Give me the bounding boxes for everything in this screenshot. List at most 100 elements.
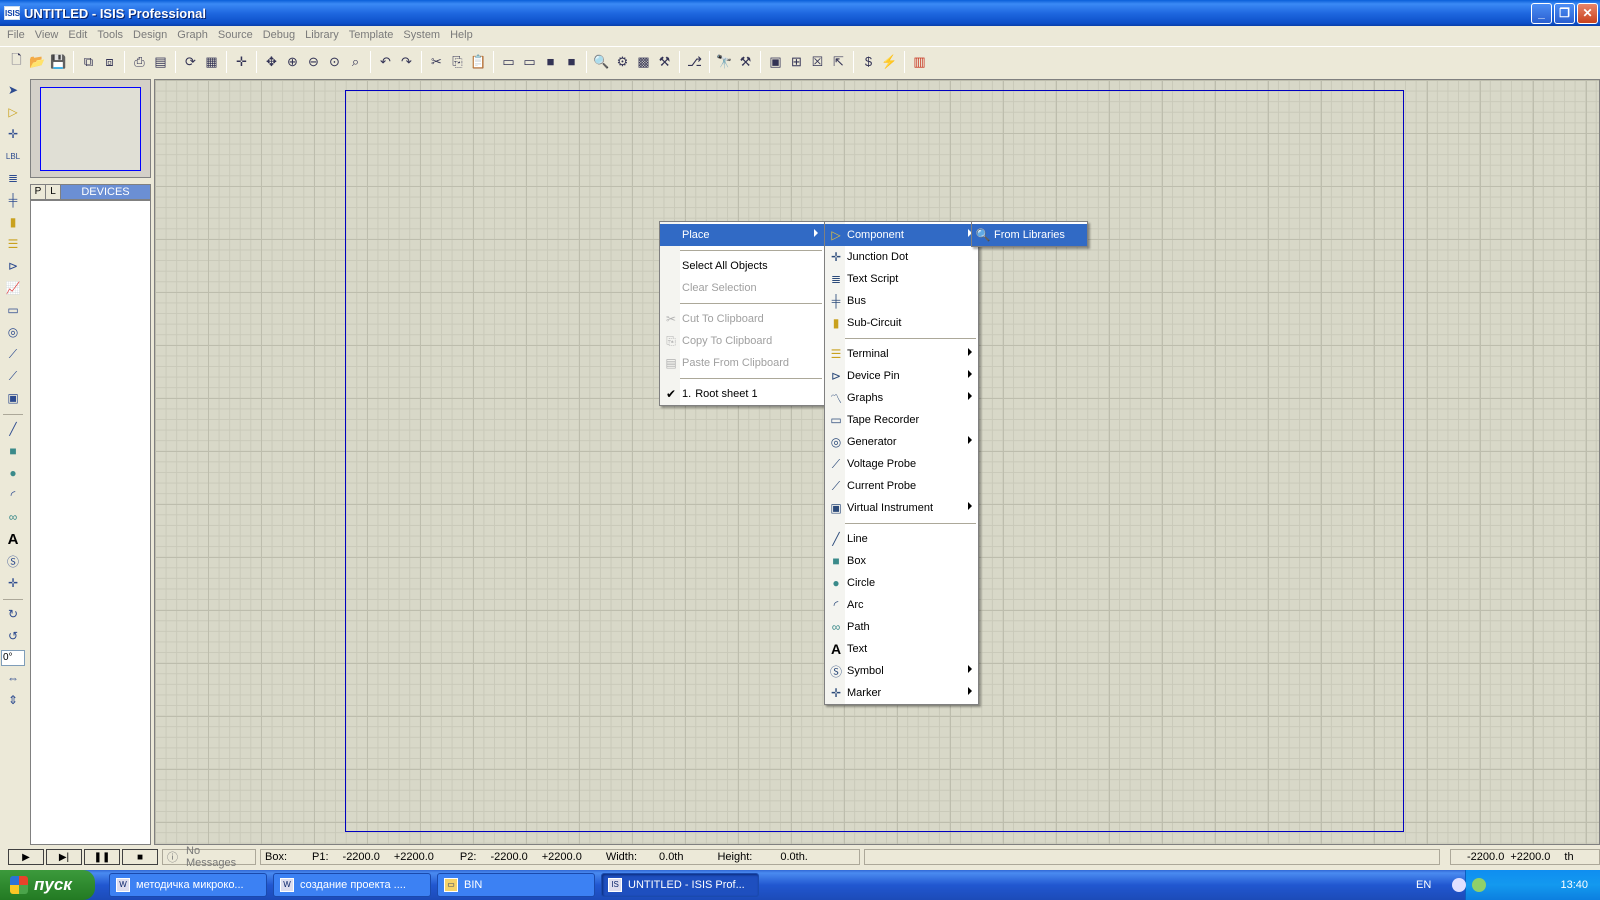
copy-icon[interactable]: ⎘	[447, 51, 468, 72]
text-icon[interactable]: A	[3, 529, 23, 549]
line-icon[interactable]: ╱	[3, 419, 23, 439]
menu-item-tape-recorder[interactable]: ▭ Tape Recorder	[825, 409, 978, 431]
marker-icon[interactable]: ✛	[3, 573, 23, 593]
flip-vertical-icon[interactable]: ⇕	[3, 690, 23, 710]
stop-button[interactable]: ■	[122, 849, 158, 865]
taskbar-item-isis[interactable]: IS UNTITLED - ISIS Prof...	[601, 873, 759, 897]
origin-icon[interactable]: ✛	[231, 51, 252, 72]
menu-item-generator[interactable]: ◎ Generator	[825, 431, 978, 453]
menu-item-path[interactable]: ∞ Path	[825, 616, 978, 638]
current-probe-icon[interactable]: ⟋	[3, 366, 23, 386]
menu-item-symbol[interactable]: Ⓢ Symbol	[825, 660, 978, 682]
pan-icon[interactable]: ✥	[261, 51, 282, 72]
bus-icon[interactable]: ╪	[3, 190, 23, 210]
import-icon[interactable]: ⧉	[78, 51, 99, 72]
rotate-counterclockwise-icon[interactable]: ↺	[3, 626, 23, 646]
menu-system[interactable]: System	[398, 29, 445, 41]
selection-mode-icon[interactable]: ➤	[3, 80, 23, 100]
packaging-tool-icon[interactable]: ▩	[633, 51, 654, 72]
property-tool-icon[interactable]: ⚒	[735, 51, 756, 72]
make-device-icon[interactable]: ⚙	[612, 51, 633, 72]
menu-debug[interactable]: Debug	[258, 29, 300, 41]
subcircuit-icon[interactable]: ▮	[3, 212, 23, 232]
component-mode-icon[interactable]: ▷	[3, 102, 23, 122]
netlist-to-ares-icon[interactable]: ▥	[909, 51, 930, 72]
menu-item-arc[interactable]: ◜ Arc	[825, 594, 978, 616]
block-copy-icon[interactable]: ▭	[498, 51, 519, 72]
symbol-icon[interactable]: Ⓢ	[3, 551, 23, 571]
menu-item-place[interactable]: Place	[660, 224, 824, 246]
block-move-icon[interactable]: ▭	[519, 51, 540, 72]
menu-item-graphs[interactable]: 〽 Graphs	[825, 387, 978, 409]
flip-horizontal-icon[interactable]: ⇔	[3, 668, 23, 688]
menu-template[interactable]: Template	[344, 29, 399, 41]
circle-icon[interactable]: ●	[3, 463, 23, 483]
menu-item-paste[interactable]: ▤ Paste From Clipboard	[660, 352, 824, 374]
terminal-icon[interactable]: ☰	[3, 234, 23, 254]
voltage-probe-icon[interactable]: ⟋	[3, 344, 23, 364]
menu-item-terminal[interactable]: ☰ Terminal	[825, 343, 978, 365]
block-delete-icon[interactable]: ■	[561, 51, 582, 72]
rotation-angle-field[interactable]: 0°	[1, 650, 25, 666]
junction-dot-icon[interactable]: ✛	[3, 124, 23, 144]
new-sheet-icon[interactable]: ▣	[765, 51, 786, 72]
save-icon[interactable]: 💾	[48, 51, 69, 72]
restore-icon[interactable]: ❐	[1554, 3, 1575, 24]
generator-icon[interactable]: ◎	[3, 322, 23, 342]
menu-item-text-script[interactable]: ≣ Text Script	[825, 268, 978, 290]
zoom-out-icon[interactable]: ⊖	[303, 51, 324, 72]
menu-item-text[interactable]: A Text	[825, 638, 978, 660]
new-file-icon[interactable]: 🗋	[6, 51, 27, 72]
close-icon[interactable]: ✕	[1577, 3, 1598, 24]
zoom-area-icon[interactable]: ⌕	[345, 51, 366, 72]
box-icon[interactable]: ■	[3, 441, 23, 461]
minimize-icon[interactable]: _	[1531, 3, 1552, 24]
arc-icon[interactable]: ◜	[3, 485, 23, 505]
wire-label-icon[interactable]: LBL	[3, 146, 23, 166]
block-rotate-icon[interactable]: ■	[540, 51, 561, 72]
pick-device-icon[interactable]: 🔍	[591, 51, 612, 72]
text-script-icon[interactable]: ≣	[3, 168, 23, 188]
messages-field[interactable]: ⓘ No Messages	[162, 845, 256, 869]
print-icon[interactable]: ⎙	[129, 51, 150, 72]
step-button[interactable]: ▶|	[46, 849, 82, 865]
tray-antivirus-icon[interactable]	[1472, 878, 1486, 892]
wire-autorouter-icon[interactable]: ⎇	[684, 51, 705, 72]
menu-item-virtual-instrument[interactable]: ▣ Virtual Instrument	[825, 497, 978, 519]
grid-icon[interactable]: ▦	[201, 51, 222, 72]
graph-icon[interactable]: 📈	[3, 278, 23, 298]
rotate-clockwise-icon[interactable]: ↻	[3, 604, 23, 624]
menu-graph[interactable]: Graph	[172, 29, 213, 41]
undo-icon[interactable]: ↶	[375, 51, 396, 72]
virtual-instrument-icon[interactable]: ▣	[3, 388, 23, 408]
menu-item-cut[interactable]: ✂ Cut To Clipboard	[660, 308, 824, 330]
language-indicator[interactable]: EN	[1416, 879, 1446, 891]
taskbar-item-word-doc-2[interactable]: W создание проекта ....	[273, 873, 431, 897]
start-button[interactable]: пуск	[0, 870, 95, 900]
menu-help[interactable]: Help	[445, 29, 478, 41]
menu-item-clear-selection[interactable]: Clear Selection	[660, 277, 824, 299]
redo-icon[interactable]: ↷	[396, 51, 417, 72]
menu-item-device-pin[interactable]: ⊳ Device Pin	[825, 365, 978, 387]
remove-sheet-icon[interactable]: ☒	[807, 51, 828, 72]
library-manager-button[interactable]: L	[46, 185, 61, 199]
menu-item-select-all[interactable]: Select All Objects	[660, 255, 824, 277]
pick-devices-button[interactable]: P	[31, 185, 46, 199]
print-area-icon[interactable]: ▤	[150, 51, 171, 72]
overview-window[interactable]	[30, 79, 151, 178]
menu-item-root-sheet[interactable]: ✔ 1. Root sheet 1	[660, 383, 824, 405]
menu-tools[interactable]: Tools	[92, 29, 128, 41]
exit-to-parent-icon[interactable]: ⇱	[828, 51, 849, 72]
menu-item-marker[interactable]: ✛ Marker	[825, 682, 978, 704]
menu-item-voltage-probe[interactable]: ⟋ Voltage Probe	[825, 453, 978, 475]
tray-arrow-icon[interactable]	[1452, 878, 1466, 892]
menu-item-current-probe[interactable]: ⟋ Current Probe	[825, 475, 978, 497]
search-icon[interactable]: 🔭	[714, 51, 735, 72]
zoom-in-icon[interactable]: ⊕	[282, 51, 303, 72]
pause-button[interactable]: ❚❚	[84, 849, 120, 865]
bill-of-materials-icon[interactable]: $	[858, 51, 879, 72]
device-list[interactable]	[30, 200, 151, 845]
path-icon[interactable]: ∞	[3, 507, 23, 527]
menu-file[interactable]: File	[2, 29, 30, 41]
zoom-all-icon[interactable]: ⊙	[324, 51, 345, 72]
